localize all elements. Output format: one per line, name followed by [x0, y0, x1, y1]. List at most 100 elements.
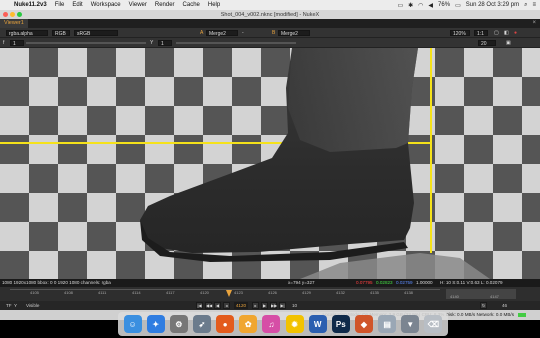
timeline[interactable]: 4105 4108 4111 4114 4117 4120 4123 4126 … — [0, 287, 540, 301]
viewer-tab-strip: Viewer1 × — [0, 19, 540, 28]
window-title: Shot_004_v002.nknc [modified] - NukeX — [220, 11, 320, 18]
menu-edit[interactable]: Edit — [72, 2, 82, 8]
end-frame-field[interactable]: 46 — [502, 301, 507, 310]
tab-viewer1[interactable]: Viewer1 — [0, 19, 28, 28]
photos-icon[interactable]: ✿ — [239, 315, 258, 333]
system-preferences-icon[interactable]: ⚙ — [169, 315, 188, 333]
tick-label: 4114 — [132, 290, 141, 295]
menu-help[interactable]: Help — [208, 2, 220, 8]
airplay-icon[interactable]: ▭ — [397, 2, 403, 9]
fps-value[interactable]: Y — [14, 301, 17, 310]
frame-range-visible[interactable]: Visible — [26, 301, 39, 310]
wipe-icon[interactable]: ◧ — [504, 30, 509, 36]
input-a-dropdown[interactable]: Merge2 — [206, 30, 238, 37]
status-indicator — [518, 313, 526, 317]
next-frame-button[interactable]: ▸ — [252, 302, 259, 309]
next-keyframe-button[interactable]: ▶▶ — [270, 302, 277, 309]
goto-start-button[interactable]: |◀ — [196, 302, 203, 309]
roi-icon[interactable]: ▢ — [494, 30, 499, 36]
window-titlebar: Shot_004_v002.nknc [modified] - NukeX — [0, 10, 540, 19]
trash-icon[interactable]: ⌫ — [424, 315, 443, 333]
colorspace-dropdown[interactable]: sRGB — [74, 30, 118, 37]
input-b-marker: B — [272, 30, 276, 36]
minimize-window-button[interactable] — [10, 12, 15, 17]
menu-app-name[interactable]: Nuke11.2v3 — [14, 2, 47, 8]
range-start-tick: 4140 — [450, 294, 459, 299]
fps-field[interactable]: 20 — [478, 40, 496, 47]
wifi-icon[interactable]: ◠ — [418, 2, 423, 9]
notification-center-icon[interactable]: ≡ — [532, 2, 536, 8]
mac-menubar: Nuke11.2v3 File Edit Workspace Viewer Re… — [0, 0, 540, 10]
goto-end-button[interactable]: ▶| — [279, 302, 286, 309]
tick-label: 4129 — [302, 290, 311, 295]
timeline-ruler[interactable]: 4105 4108 4111 4114 4117 4120 4123 4126 … — [10, 289, 440, 299]
downloads-icon[interactable]: ▼ — [401, 315, 420, 333]
channels-dropdown[interactable]: rgba.alpha — [6, 30, 48, 37]
viewer-info-bar: 1080 1920x1080 bbox: 0 0 1920 1080 chann… — [0, 279, 540, 287]
launchpad-icon[interactable]: ➶ — [192, 315, 211, 333]
firefox-icon[interactable]: ● — [216, 315, 235, 333]
loop-mode-button[interactable]: ↻ — [480, 302, 487, 309]
pixel-g: 0.02823 — [376, 280, 393, 285]
viewer-toolbar-second: f 1 Y 1 20 ▣ — [0, 38, 540, 48]
gamma-field[interactable]: 1 — [158, 40, 172, 47]
prev-keyframe-button[interactable]: ◀◀ — [205, 302, 212, 309]
tick-label: 4138 — [404, 290, 413, 295]
finder-icon[interactable]: ☺ — [123, 315, 142, 333]
pixel-hsv: H: 10 S:0.11 V:0.63 L: 0.02079 — [440, 280, 503, 285]
menu-render[interactable]: Render — [155, 2, 175, 8]
mac-dock: ☺ ✦ ⚙ ➶ ● ✿ ♫ ✹ W Ps ◆ ▤ ▼ ⌫ — [118, 312, 448, 336]
zoom-dropdown[interactable]: 120% — [450, 30, 470, 37]
viewer-toolbar-top: rgba.alpha RGB sRGB A Merge2 - B Merge2 … — [0, 28, 540, 38]
spotlight-icon[interactable]: ⌕ — [524, 2, 527, 9]
cursor-coords: x=794 y=327 — [288, 280, 315, 285]
word-icon[interactable]: W — [308, 315, 327, 333]
tick-label: 4135 — [370, 290, 379, 295]
tick-label: 4105 — [30, 290, 39, 295]
increment-field[interactable]: 10 — [292, 301, 297, 310]
tick-label: 4132 — [336, 290, 345, 295]
safari-icon[interactable]: ✦ — [146, 315, 165, 333]
close-window-button[interactable] — [3, 12, 8, 17]
gain-slider[interactable] — [26, 42, 146, 44]
zoom-window-button[interactable] — [17, 12, 22, 17]
bluetooth-icon[interactable]: ✱ — [408, 2, 413, 9]
tick-label: 4111 — [98, 290, 107, 295]
menubar-status-area: ▭ ✱ ◠ ◀ 76% ▭ Sun 28 Oct 3:29 pm ⌕ ≡ — [397, 2, 540, 9]
pixel-b: 0.02759 — [396, 280, 413, 285]
prev-frame-button[interactable]: ◂ — [223, 302, 230, 309]
range-end-tick: 4147 — [490, 294, 499, 299]
itunes-icon[interactable]: ♫ — [262, 315, 281, 333]
layer-dropdown[interactable]: RGB — [52, 30, 70, 37]
compare-mode-dropdown[interactable]: - — [242, 30, 244, 36]
menu-cache[interactable]: Cache — [183, 2, 200, 8]
lock-icon[interactable]: ▣ — [506, 40, 511, 46]
clip-warning-icon[interactable]: ● — [514, 30, 517, 36]
menu-workspace[interactable]: Workspace — [91, 2, 121, 8]
transport-bar: TF Y Visible |◀ ◀◀ ◀ ◂ 4120 ▸ ▶ ▶▶ ▶| 10… — [0, 301, 540, 310]
input-a-marker: A — [200, 30, 204, 36]
gain-field[interactable]: 1 — [10, 40, 24, 47]
nuke-icon[interactable]: ✹ — [285, 315, 304, 333]
clock[interactable]: Sun 28 Oct 3:29 pm — [466, 2, 519, 8]
current-frame-field[interactable]: 4120 — [234, 302, 248, 309]
close-panel-icon[interactable]: × — [532, 19, 536, 28]
pixel-r: 0.07795 — [356, 280, 373, 285]
gamma-slider[interactable] — [176, 42, 296, 44]
preview-icon[interactable]: ▤ — [378, 315, 397, 333]
playhead[interactable] — [226, 290, 232, 297]
volume-icon[interactable]: ◀ — [428, 2, 433, 9]
menu-viewer[interactable]: Viewer — [129, 2, 147, 8]
battery-percent[interactable]: 76% — [438, 2, 450, 8]
boot-image — [140, 48, 490, 279]
timeline-range-panel: 4140 4147 — [446, 289, 516, 299]
viewer-canvas[interactable] — [0, 48, 540, 279]
photoshop-icon[interactable]: Ps — [331, 315, 350, 333]
format-info: 1080 1920x1080 bbox: 0 0 1920 1080 chann… — [2, 280, 111, 285]
input-b-dropdown[interactable]: Merge2 — [278, 30, 310, 37]
davinci-icon[interactable]: ◆ — [354, 315, 373, 333]
proxy-ratio-dropdown[interactable]: 1:1 — [474, 30, 488, 37]
play-forward-button[interactable]: ▶ — [261, 302, 268, 309]
menu-file[interactable]: File — [55, 2, 65, 8]
play-backward-button[interactable]: ◀ — [214, 302, 221, 309]
